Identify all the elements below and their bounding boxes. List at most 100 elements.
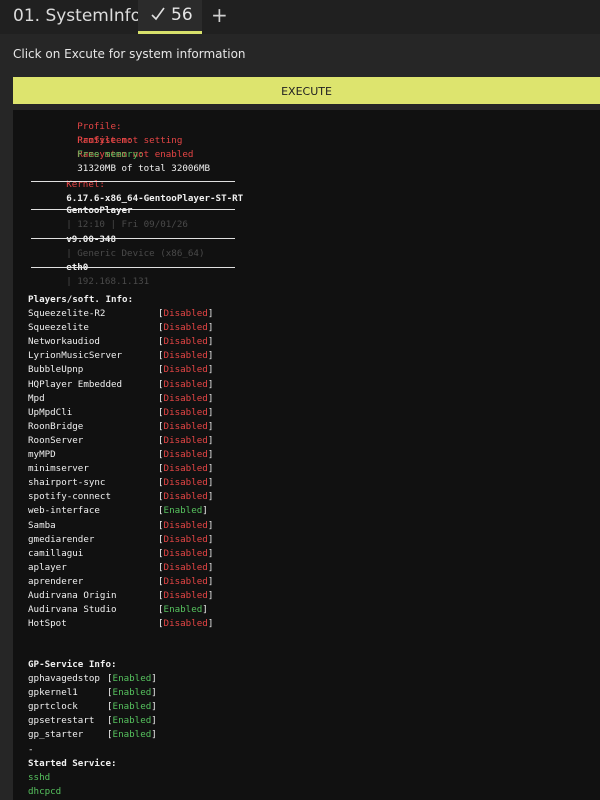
gp-service-row: gpkernel1 [Enabled]	[28, 686, 157, 700]
player-name: Samba	[28, 519, 56, 531]
started-service-title: Started Service:	[28, 758, 117, 769]
player-row: shairport-sync [Disabled]	[28, 476, 213, 490]
bracket: ]	[207, 392, 214, 404]
bracket: ]	[207, 618, 214, 630]
bracket: ]	[207, 406, 214, 418]
bracket: ]	[207, 364, 214, 376]
player-row: Samba [Disabled]	[28, 519, 213, 533]
gp-service-name: gpkernel1	[28, 687, 78, 699]
bracket: ]	[207, 575, 214, 587]
version-value: v9.00-348	[66, 234, 116, 246]
console-output[interactable]: Profile: Profile not setting RamSystem: …	[13, 110, 600, 800]
tab-count: 56	[171, 5, 193, 25]
interface-line: eth0 | 192.168.1.131	[33, 247, 149, 287]
checkmark-icon	[151, 7, 165, 21]
tab-active-count[interactable]: 56	[138, 0, 202, 34]
bracket: ]	[207, 547, 214, 559]
started-service-item: dhcpcd	[28, 786, 62, 798]
gp-service-status: Enabled	[112, 701, 152, 713]
player-name: spotify-connect	[28, 491, 111, 503]
player-name: RoonBridge	[28, 420, 84, 432]
free-memory-key: Free memory:	[77, 149, 144, 161]
player-name: LyrionMusicServer	[28, 350, 123, 362]
separator	[31, 238, 235, 239]
bracket: ]	[207, 589, 214, 601]
gp-service-row: gp_starter [Enabled]	[28, 728, 157, 742]
players-title: Players/soft. Info:	[28, 294, 134, 305]
bracket: ]	[207, 463, 214, 475]
profile-line: Profile: Profile not setting	[33, 110, 210, 146]
separator	[31, 181, 235, 182]
separator	[31, 209, 235, 210]
gp-service-status: Enabled	[112, 729, 152, 741]
player-status: Disabled	[163, 618, 208, 630]
player-status: Disabled	[163, 420, 208, 432]
player-status: Disabled	[163, 364, 208, 376]
gp-service-name: gp_starter	[28, 729, 84, 741]
add-tab-button[interactable]: +	[211, 3, 228, 27]
player-status: Disabled	[163, 322, 208, 334]
player-row: Squeezelite [Disabled]	[28, 321, 213, 335]
player-name: shairport-sync	[28, 477, 106, 489]
bracket: ]	[207, 350, 214, 362]
player-status: Disabled	[163, 519, 208, 531]
bracket: ]	[207, 561, 214, 573]
bracket: ]	[151, 715, 157, 727]
bracket: ]	[207, 420, 214, 432]
player-status: Disabled	[163, 378, 208, 390]
bracket: ]	[207, 491, 214, 503]
player-name: aplayer	[28, 561, 67, 573]
bracket: ]	[207, 519, 214, 531]
player-row: myMPD [Disabled]	[28, 448, 213, 462]
system-top-lines: Profile: Profile not setting RamSystem: …	[33, 110, 210, 174]
bracket: ]	[207, 477, 214, 489]
player-status: Disabled	[163, 491, 208, 503]
player-name: BubbleUpnp	[28, 364, 84, 376]
gp-service-row: gphavagedstop [Enabled]	[28, 672, 157, 686]
player-name: Mpd	[28, 392, 45, 404]
bracket: ]	[207, 449, 214, 461]
player-name: Audirvana Origin	[28, 589, 117, 601]
player-row: web-interface [Enabled]	[28, 504, 213, 518]
tab-systeminfo[interactable]: 01. SystemInfo	[13, 6, 141, 26]
player-name: camillagui	[28, 547, 84, 559]
player-row: BubbleUpnp [Disabled]	[28, 363, 213, 377]
bracket: ]	[207, 308, 214, 320]
player-row: Audirvana Studio [Enabled]	[28, 603, 213, 617]
gp-service-row: gpsetrestart [Enabled]	[28, 714, 157, 728]
ip-address: | 192.168.1.131	[66, 276, 150, 288]
bracket: ]	[207, 336, 214, 348]
started-service-item: sshd	[28, 772, 51, 784]
gp-service-list: gphavagedstop [Enabled] gpkernel1 [Enabled]…	[28, 672, 157, 742]
players-list: Squeezelite-R2 [Disabled] Squeezelite [Disa…	[28, 307, 213, 631]
kernel-line: Kernel: 6.17.6-x86_64-GentooPlayer-ST-RT	[33, 164, 243, 204]
started-service-list: sshd dhcpcd	[28, 771, 117, 799]
player-status: Disabled	[163, 449, 208, 461]
player-name: Squeezelite	[28, 322, 89, 334]
started-service-section: Started Service: sshd dhcpcd	[28, 757, 117, 799]
player-name: gmediarender	[28, 533, 95, 545]
player-row: gmediarender [Disabled]	[28, 533, 213, 547]
player-row: Audirvana Origin [Disabled]	[28, 589, 213, 603]
player-name: aprenderer	[28, 575, 84, 587]
player-name: GentooPlayer	[66, 205, 133, 217]
player-status: Disabled	[163, 463, 208, 475]
player-row: minimserver [Disabled]	[28, 462, 213, 476]
player-row: LyrionMusicServer [Disabled]	[28, 349, 213, 363]
player-row: spotify-connect [Disabled]	[28, 490, 213, 504]
gp-service-name: gpsetrestart	[28, 715, 95, 727]
interface-name: eth0	[66, 261, 124, 275]
player-status: Enabled	[163, 505, 203, 517]
player-name: RoonServer	[28, 434, 84, 446]
player-status: Disabled	[163, 477, 208, 489]
player-row: HotSpot [Disabled]	[28, 617, 213, 631]
player-name: myMPD	[28, 449, 56, 461]
player-status: Disabled	[163, 561, 208, 573]
instruction-text: Click on Excute for system information	[13, 47, 246, 61]
bracket: ]	[151, 701, 157, 713]
gp-service-name: gprtclock	[28, 701, 78, 713]
execute-button[interactable]: EXECUTE	[13, 77, 600, 104]
bracket: ]	[207, 322, 214, 334]
player-row: RoonServer [Disabled]	[28, 434, 213, 448]
player-status: Disabled	[163, 406, 208, 418]
